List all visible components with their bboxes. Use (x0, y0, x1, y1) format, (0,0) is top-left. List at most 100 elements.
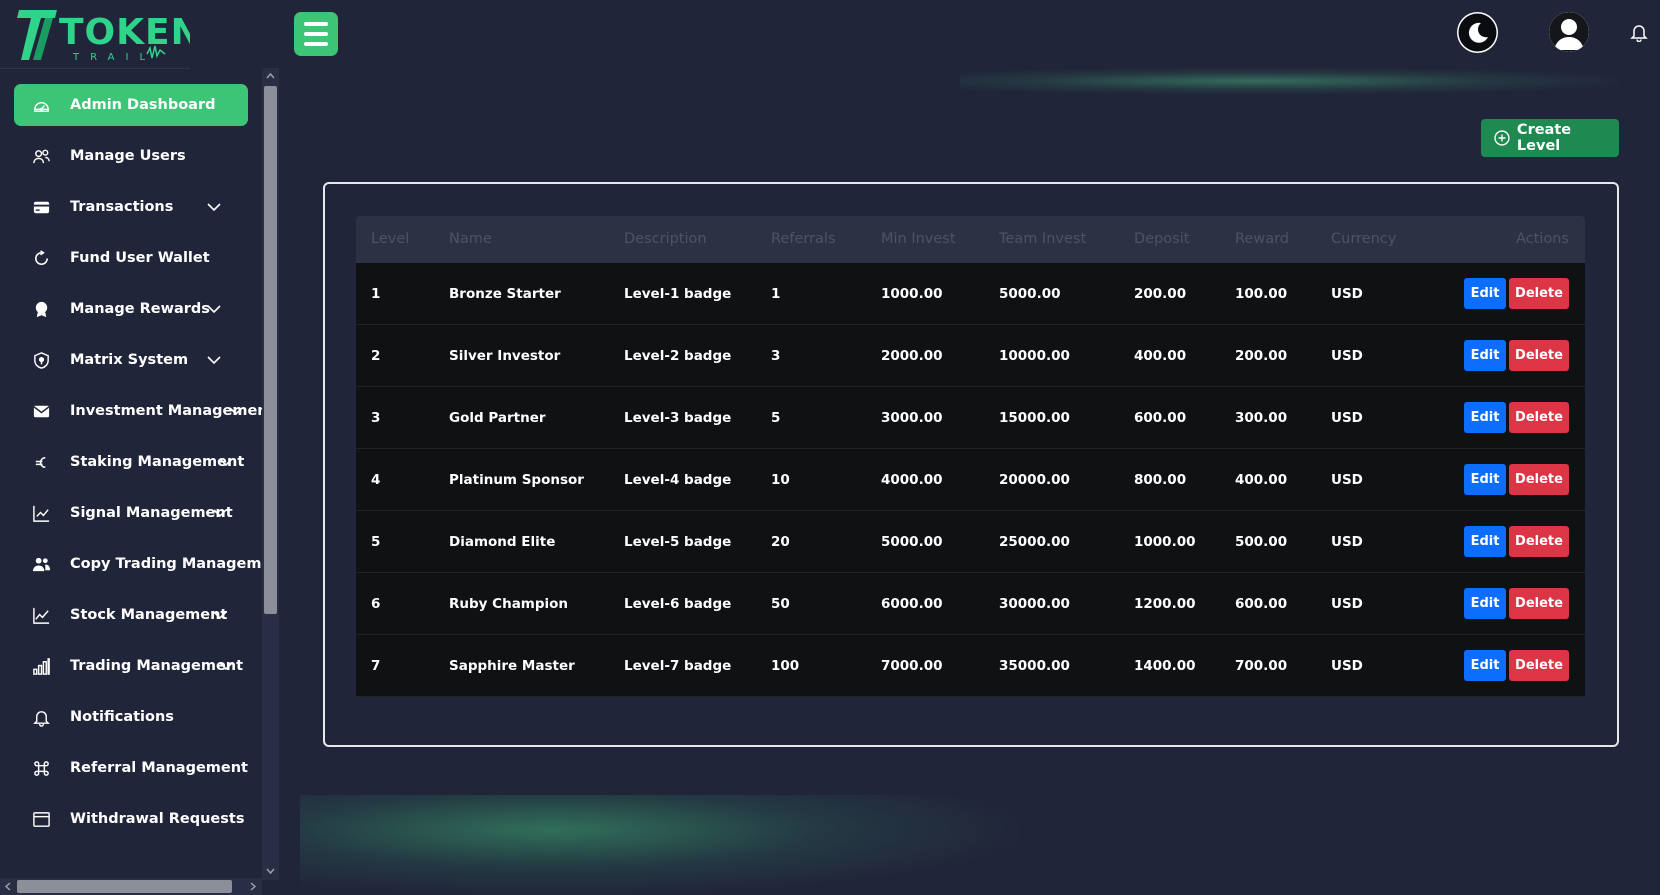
cell-description: Level-1 badge (624, 286, 732, 302)
cell-name: Ruby Champion (449, 596, 569, 612)
user-avatar[interactable] (1549, 12, 1589, 52)
table-row: 5 Diamond Elite Level-5 badge 20 5000.00 2500… (356, 511, 1585, 573)
sidebar-item-copy-trading-management[interactable]: Copy Trading Management (14, 543, 262, 585)
scroll-left-icon[interactable] (4, 882, 13, 891)
moon-icon (1458, 13, 1497, 52)
sidebar-item-label: Fund User Wallet (70, 250, 210, 266)
sidebar-item-transactions[interactable]: Transactions (14, 186, 248, 228)
cell-currency: USD (1331, 286, 1363, 302)
command-icon (30, 757, 52, 779)
table-header: Level Name Description Referrals Min Inv… (356, 216, 1585, 263)
scroll-down-icon[interactable] (266, 866, 275, 875)
sidebar-item-referral-management[interactable]: Referral Management (14, 747, 248, 789)
scroll-up-icon[interactable] (266, 72, 275, 81)
cell-level: 5 (371, 534, 381, 550)
sidebar-item-trading-management[interactable]: Trading Management (14, 645, 248, 687)
bell-icon[interactable] (1630, 22, 1648, 42)
cell-referrals: 50 (771, 596, 790, 612)
theme-toggle-button[interactable] (1457, 12, 1498, 53)
sidebar-item-label: Transactions (70, 199, 174, 215)
cell-min-invest: 3000.00 (881, 410, 943, 426)
cell-level: 7 (371, 658, 381, 674)
cell-deposit: 1200.00 (1134, 596, 1196, 612)
sidebar-item-notifications[interactable]: Notifications (14, 696, 248, 738)
sidebar-item-withdrawal-requests[interactable]: Withdrawal Requests (14, 798, 248, 840)
cell-name: Diamond Elite (449, 534, 556, 550)
cell-reward: 700.00 (1235, 658, 1288, 674)
cell-team-invest: 30000.00 (999, 596, 1070, 612)
sidebar-item-signal-management[interactable]: Signal Management (14, 492, 248, 534)
sidebar-item-label: Manage Users (70, 148, 186, 164)
sidebar-item-investment-management[interactable]: Investment Management (14, 390, 262, 432)
table-row: 2 Silver Investor Level-2 badge 3 2000.00 100… (356, 325, 1585, 387)
delete-button[interactable]: Delete (1509, 464, 1569, 495)
delete-button[interactable]: Delete (1509, 340, 1569, 371)
column-header-name: Name (449, 231, 492, 247)
cell-currency: USD (1331, 410, 1363, 426)
sidebar-item-manage-rewards[interactable]: Manage Rewards (14, 288, 248, 330)
sidebar-item-staking-management[interactable]: Staking Management (14, 441, 248, 483)
chart-line-icon (30, 502, 52, 524)
cell-deposit: 1400.00 (1134, 658, 1196, 674)
edit-button[interactable]: Edit (1464, 588, 1506, 619)
sidebar-item-label: Stock Management (70, 607, 228, 623)
table-row: 7 Sapphire Master Level-7 badge 100 7000.00 3… (356, 635, 1585, 697)
cell-description: Level-6 badge (624, 596, 732, 612)
sidebar-item-matrix-system[interactable]: Matrix System (14, 339, 248, 381)
sidebar-item-admin-dashboard[interactable]: Admin Dashboard (14, 84, 248, 126)
column-header-reward: Reward (1235, 231, 1289, 247)
scrollbar-thumb[interactable] (17, 880, 232, 893)
chevron-down-icon[interactable] (218, 658, 234, 674)
cell-deposit: 200.00 (1134, 286, 1187, 302)
sidebar-vertical-scrollbar[interactable] (262, 68, 279, 880)
cell-referrals: 5 (771, 410, 781, 426)
credit-card-icon (30, 196, 52, 218)
delete-button[interactable]: Delete (1509, 588, 1569, 619)
cell-min-invest: 5000.00 (881, 534, 943, 550)
menu-toggle-button[interactable] (294, 12, 338, 56)
chevron-down-icon[interactable] (212, 607, 228, 623)
cell-reward: 600.00 (1235, 596, 1288, 612)
bar-chart-icon (30, 655, 52, 677)
delete-button[interactable]: Delete (1509, 278, 1569, 309)
chevron-down-icon[interactable] (206, 301, 222, 317)
edit-button[interactable]: Edit (1464, 278, 1506, 309)
cell-level: 6 (371, 596, 381, 612)
sidebar-horizontal-scrollbar[interactable] (0, 878, 262, 895)
gauge-icon (30, 94, 52, 116)
sidebar-item-fund-user-wallet[interactable]: Fund User Wallet (14, 237, 248, 279)
delete-button[interactable]: Delete (1509, 650, 1569, 681)
chevron-down-icon[interactable] (206, 199, 222, 215)
token-trail-logo[interactable]: TOKEN TRAIL (15, 4, 201, 66)
table-row: 4 Platinum Sponsor Level-4 badge 10 4000.00 2… (356, 449, 1585, 511)
chevron-down-icon[interactable] (206, 352, 222, 368)
cell-reward: 300.00 (1235, 410, 1288, 426)
delete-button[interactable]: Delete (1509, 402, 1569, 433)
cell-referrals: 3 (771, 348, 781, 364)
cell-team-invest: 15000.00 (999, 410, 1070, 426)
cell-min-invest: 1000.00 (881, 286, 943, 302)
edit-button[interactable]: Edit (1464, 526, 1506, 557)
edit-button[interactable]: Edit (1464, 650, 1506, 681)
decorative-glow (960, 68, 1620, 94)
envelope-icon (30, 400, 52, 422)
edit-button[interactable]: Edit (1464, 464, 1506, 495)
chevron-down-icon[interactable] (218, 454, 234, 470)
cell-deposit: 600.00 (1134, 410, 1187, 426)
cell-deposit: 1000.00 (1134, 534, 1196, 550)
create-level-button[interactable]: Create Level (1481, 119, 1619, 157)
sidebar-item-manage-users[interactable]: Manage Users (14, 135, 248, 177)
delete-button[interactable]: Delete (1509, 526, 1569, 557)
sidebar-item-label: Matrix System (70, 352, 189, 368)
column-header-team-invest: Team Invest (999, 231, 1087, 247)
cell-description: Level-5 badge (624, 534, 732, 550)
edit-button[interactable]: Edit (1464, 340, 1506, 371)
chevron-down-icon[interactable] (212, 505, 228, 521)
scrollbar-thumb[interactable] (264, 86, 277, 614)
sidebar-item-stock-management[interactable]: Stock Management (14, 594, 248, 636)
edit-button[interactable]: Edit (1464, 402, 1506, 433)
scroll-right-icon[interactable] (248, 882, 257, 891)
cell-name: Sapphire Master (449, 658, 575, 674)
people-icon (30, 553, 52, 575)
chevron-down-icon[interactable] (228, 403, 244, 419)
